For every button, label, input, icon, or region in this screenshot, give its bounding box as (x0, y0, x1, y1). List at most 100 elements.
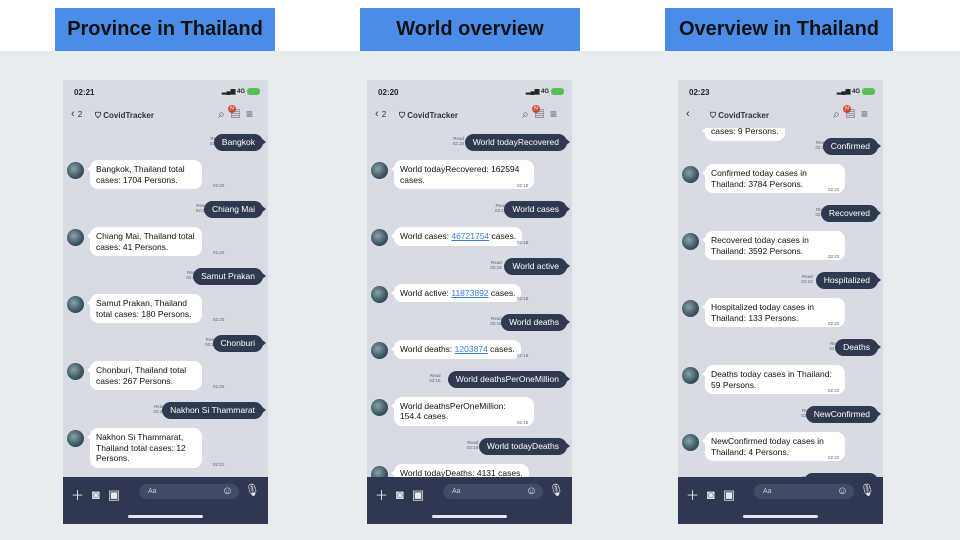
plus-icon[interactable]: ＋ (375, 485, 388, 504)
message-time: 02:18 (517, 239, 529, 245)
message-time: 02:18 (517, 419, 529, 425)
message-out: Recovered (820, 205, 882, 222)
message-in: Nakhon Si Thammarat, Thailand total case… (87, 428, 202, 468)
image-icon[interactable]: ▣ (412, 487, 424, 503)
menu-icon[interactable]: ≡ (550, 107, 563, 121)
menu-icon[interactable]: ≡ (246, 107, 259, 121)
status-bar: 02:23 ▂▄▆ 4G (678, 80, 883, 102)
message-time: 02:22 (828, 388, 840, 393)
message-out: World active (504, 257, 570, 275)
message-time: 02:18 (517, 183, 529, 188)
home-indicator (432, 515, 507, 518)
camera-icon[interactable]: ◙ (707, 487, 715, 502)
message-out: World cases (504, 201, 570, 218)
bot-avatar[interactable] (67, 162, 84, 179)
back-button[interactable]: ‹ 2 (375, 108, 386, 120)
image-icon[interactable]: ▣ (723, 487, 735, 503)
message-time: 02:20 (213, 250, 225, 255)
chat-header: ‹ 2 ⛉ CovidTracker N ⌕▤≡ (367, 102, 572, 128)
number-link[interactable]: 46721754 (451, 231, 489, 241)
message-time: 02:21 (213, 461, 225, 467)
input-bar: ＋ ◙ ▣ Aa ☺ 🎙 (678, 477, 883, 524)
bot-avatar[interactable] (67, 296, 84, 313)
read-receipt: Read 02:18 (490, 259, 502, 270)
search-icon[interactable]: ⌕ (833, 107, 846, 121)
plus-icon[interactable]: ＋ (71, 485, 84, 504)
message-out: World deathsPerOneMillion (447, 370, 571, 388)
camera-icon[interactable]: ◙ (92, 487, 100, 502)
chat-area[interactable]: Read 02:18 World todayRecovered World today… (367, 128, 572, 477)
search-icon[interactable]: ⌕ (218, 107, 231, 121)
menu-icon[interactable]: ≡ (861, 107, 874, 121)
status-time: 02:21 (74, 88, 95, 97)
mic-icon[interactable]: 🎙 (245, 483, 260, 497)
bot-avatar[interactable] (371, 342, 388, 359)
message-input[interactable]: Aa ☺ (139, 484, 239, 499)
mic-icon[interactable]: 🎙 (549, 483, 564, 497)
status-time: 02:23 (689, 88, 710, 97)
chat-area[interactable]: cases: 9 Persons. Read 02:22 Confirmed Confi… (678, 128, 883, 477)
notes-icon[interactable]: ▤ (535, 107, 550, 121)
signal-indicator: ▂▄▆ 4G (526, 88, 564, 95)
bot-avatar[interactable] (371, 285, 388, 303)
chat-name: CovidTracker (718, 111, 769, 120)
image-icon[interactable]: ▣ (108, 487, 120, 503)
emoji-icon[interactable]: ☺ (526, 485, 537, 498)
chat-header: ‹ 2 ⛉ CovidTracker N ⌕▤≡ (63, 102, 268, 128)
bot-avatar[interactable] (371, 398, 388, 416)
bot-avatar[interactable] (682, 434, 699, 451)
phone-screenshot-2: 02:20 ▂▄▆ 4G ‹ 2 ⛉ CovidTracker N ⌕▤≡ Re… (367, 80, 572, 524)
message-time: 02:20 (213, 384, 225, 389)
message-input[interactable]: Aa ☺ (754, 484, 854, 499)
bot-avatar[interactable] (67, 363, 84, 380)
bot-avatar[interactable] (682, 300, 699, 317)
back-count: 2 (381, 110, 387, 119)
bot-avatar[interactable] (682, 166, 699, 183)
bot-avatar[interactable] (371, 229, 388, 246)
message-input[interactable]: Aa ☺ (443, 484, 543, 499)
emoji-icon[interactable]: ☺ (222, 485, 233, 498)
message-out: NewConfirmed (805, 406, 882, 423)
notes-icon[interactable]: ▤ (231, 107, 246, 121)
back-button[interactable]: ‹ 2 (71, 108, 82, 120)
battery-icon (862, 88, 875, 95)
plus-icon[interactable]: ＋ (686, 485, 699, 504)
message-time: 02:18 (517, 352, 529, 358)
message-time: 02:18 (517, 296, 529, 301)
number-link[interactable]: 1203874 (455, 344, 488, 354)
message-in: World todayRecovered: 162594 cases. (391, 160, 534, 189)
notes-icon[interactable]: ▤ (846, 107, 861, 121)
message-out: Chonburi (212, 335, 266, 352)
message-out: Samut Prakan (193, 268, 266, 285)
emoji-icon[interactable]: ☺ (837, 485, 848, 498)
message-out: Deaths (835, 339, 881, 356)
title-thailand: Overview in Thailand (665, 8, 893, 51)
bot-avatar[interactable] (67, 229, 84, 246)
message-out: World todayRecovered (464, 134, 571, 151)
header-icons: ⌕▤≡ (522, 107, 563, 122)
bot-avatar[interactable] (371, 162, 388, 179)
search-icon[interactable]: ⌕ (522, 107, 535, 121)
header-icons: ⌕▤≡ (218, 107, 259, 122)
message-in: World active: 11873892 cases. (390, 283, 522, 302)
message-out: Bangkok (213, 134, 267, 151)
message-in: Hospitalized today cases in Thailand: 13… (702, 298, 845, 327)
chat-title: ⛉ CovidTracker (710, 111, 769, 120)
message-in: World cases: 46721754 cases. (390, 227, 523, 246)
battery-icon (247, 88, 260, 95)
back-count: 2 (77, 110, 83, 119)
message-time: 02:22 (828, 455, 840, 460)
bot-avatar[interactable] (67, 430, 84, 447)
bot-avatar[interactable] (682, 233, 699, 250)
message-out: World todayDeaths (478, 437, 571, 455)
status-bar: 02:20 ▂▄▆ 4G (367, 80, 572, 102)
bot-avatar[interactable] (371, 465, 388, 477)
back-button[interactable]: ‹ (686, 108, 690, 120)
home-indicator (743, 515, 818, 518)
camera-icon[interactable]: ◙ (396, 487, 404, 502)
mic-icon[interactable]: 🎙 (860, 483, 875, 497)
number-link[interactable]: 11873892 (451, 288, 488, 298)
chat-name: CovidTracker (407, 111, 458, 120)
bot-avatar[interactable] (682, 367, 699, 384)
chat-area[interactable]: Read02:20BangkokBangkok, Thailand total … (63, 128, 268, 477)
